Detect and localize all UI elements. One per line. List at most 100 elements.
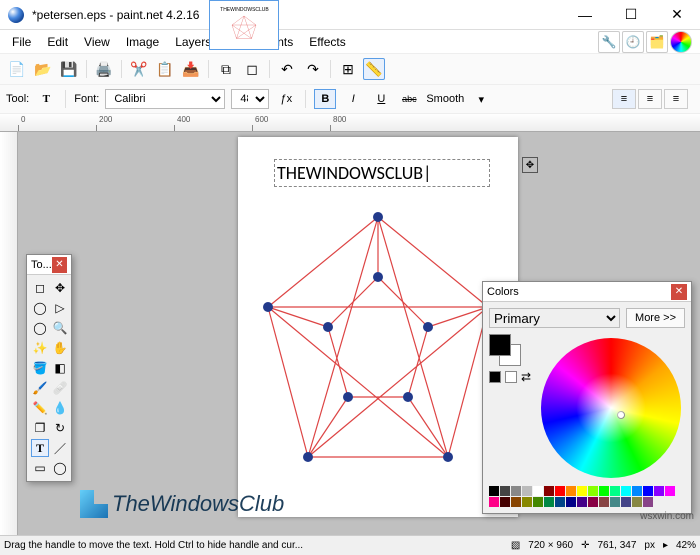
palette-color[interactable]	[654, 486, 664, 496]
status-zoom[interactable]: 42%	[676, 540, 696, 551]
color-swatch-pair[interactable]	[489, 334, 521, 366]
palette-color[interactable]	[511, 497, 521, 507]
color-wheel[interactable]	[541, 338, 681, 478]
text-tool-icon[interactable]: T	[31, 439, 49, 457]
palette-color[interactable]	[599, 486, 609, 496]
rect-shape-tool-icon[interactable]: ▭	[31, 459, 49, 477]
document-thumbnail[interactable]: THEWINDOWSCLUB	[209, 0, 279, 50]
more-colors-button[interactable]: More >>	[626, 308, 685, 328]
palette-color[interactable]	[566, 497, 576, 507]
palette-color[interactable]	[544, 497, 554, 507]
font-size-select[interactable]: 48	[231, 89, 269, 109]
redo-icon[interactable]: ↷	[302, 58, 324, 80]
palette-color[interactable]	[555, 486, 565, 496]
menu-image[interactable]: Image	[118, 33, 167, 51]
colors-panel-close-icon[interactable]: ✕	[671, 284, 687, 300]
minimize-button[interactable]: —	[562, 0, 608, 30]
crop-icon[interactable]: ⧉	[215, 58, 237, 80]
palette-color[interactable]	[643, 486, 653, 496]
menu-effects[interactable]: Effects	[301, 33, 353, 51]
menu-view[interactable]: View	[76, 33, 118, 51]
palette-color[interactable]	[489, 486, 499, 496]
brush-tool-icon[interactable]: 🖌️	[31, 379, 49, 397]
pan-tool-icon[interactable]: ✋	[51, 339, 69, 357]
palette-color[interactable]	[621, 497, 631, 507]
bw-black-icon[interactable]	[489, 371, 501, 383]
align-right-button[interactable]: ≡	[664, 89, 688, 109]
bold-button[interactable]: B	[314, 89, 336, 109]
history-toggle-icon[interactable]: 🕘	[622, 31, 644, 53]
close-button[interactable]: ✕	[654, 0, 700, 30]
color-mode-select[interactable]: Primary	[489, 308, 620, 328]
palette-color[interactable]	[610, 497, 620, 507]
palette-color[interactable]	[544, 486, 554, 496]
colors-toggle-icon[interactable]	[670, 31, 692, 53]
status-unit[interactable]: px	[644, 540, 655, 551]
new-icon[interactable]: 📄	[6, 58, 28, 80]
menu-edit[interactable]: Edit	[39, 33, 76, 51]
line-tool-icon[interactable]: ／	[51, 439, 69, 457]
open-icon[interactable]: 📂	[32, 58, 54, 80]
wand-tool-icon[interactable]: ✨	[31, 339, 49, 357]
palette-color[interactable]	[555, 497, 565, 507]
undo-icon[interactable]: ↶	[276, 58, 298, 80]
palette-color[interactable]	[610, 486, 620, 496]
palette-color[interactable]	[632, 486, 642, 496]
palette-color[interactable]	[632, 497, 642, 507]
palette-color[interactable]	[500, 486, 510, 496]
smooth-dropdown-icon[interactable]: ▾	[470, 89, 492, 109]
underline-button[interactable]: U	[370, 89, 392, 109]
primary-color-swatch[interactable]	[489, 334, 511, 356]
lasso-tool-icon[interactable]: ◯	[31, 299, 49, 317]
maximize-button[interactable]: ☐	[608, 0, 654, 30]
layers-toggle-icon[interactable]: 🗂️	[646, 31, 668, 53]
palette-color[interactable]	[577, 497, 587, 507]
font-family-select[interactable]: Calibri	[105, 89, 225, 109]
tools-panel[interactable]: To...✕ ◻ ✥ ◯ ▷ ◯ 🔍 ✨ ✋ 🪣 ◧ 🖌️ 🩹 ✏️ 💧 ❐ ↻…	[26, 254, 72, 482]
palette-color[interactable]	[500, 497, 510, 507]
clone-tool-icon[interactable]: ❐	[31, 419, 49, 437]
palette-color[interactable]	[511, 486, 521, 496]
palette-color[interactable]	[665, 486, 675, 496]
palette-color[interactable]	[489, 497, 499, 507]
picker-tool-icon[interactable]: 💧	[51, 399, 69, 417]
font-metrics-icon[interactable]: ƒx	[275, 89, 297, 109]
document-canvas[interactable]: THEWINDOWSCLUB ✥	[238, 137, 518, 517]
ruler-icon[interactable]: 📏	[363, 58, 385, 80]
move-tool-icon[interactable]: ✥	[51, 279, 69, 297]
color-palette[interactable]	[489, 486, 685, 507]
swap-colors-icon[interactable]: ⇄	[521, 370, 531, 384]
paste-icon[interactable]: 📥	[180, 58, 202, 80]
shapes-tool-icon[interactable]: ◯	[51, 459, 69, 477]
align-left-button[interactable]: ≡	[612, 89, 636, 109]
move-selection-tool-icon[interactable]: ▷	[51, 299, 69, 317]
palette-color[interactable]	[643, 497, 653, 507]
italic-button[interactable]: I	[342, 89, 364, 109]
palette-color[interactable]	[621, 486, 631, 496]
deselect-icon[interactable]: ◻	[241, 58, 263, 80]
copy-icon[interactable]: 📋	[154, 58, 176, 80]
save-icon[interactable]: 💾	[58, 58, 80, 80]
palette-color[interactable]	[566, 486, 576, 496]
palette-color[interactable]	[588, 486, 598, 496]
rect-select-tool-icon[interactable]: ◻	[31, 279, 49, 297]
bw-white-icon[interactable]	[505, 371, 517, 383]
gradient-tool-icon[interactable]: ◧	[51, 359, 69, 377]
eraser-tool-icon[interactable]: 🩹	[51, 379, 69, 397]
status-zoom-glyph[interactable]: ▸	[663, 540, 668, 551]
menu-file[interactable]: File	[4, 33, 39, 51]
strike-button[interactable]: abc	[398, 89, 420, 109]
text-layer[interactable]: THEWINDOWSCLUB	[274, 159, 490, 187]
palette-color[interactable]	[599, 497, 609, 507]
pencil-tool-icon[interactable]: ✏️	[31, 399, 49, 417]
ellipse-select-tool-icon[interactable]: ◯	[31, 319, 49, 337]
align-center-button[interactable]: ≡	[638, 89, 662, 109]
palette-color[interactable]	[533, 497, 543, 507]
cut-icon[interactable]: ✂️	[128, 58, 150, 80]
colors-panel[interactable]: Colors✕ Primary More >> ⇄	[482, 281, 692, 514]
fill-tool-icon[interactable]: 🪣	[31, 359, 49, 377]
palette-color[interactable]	[577, 486, 587, 496]
text-tool-icon[interactable]: T	[35, 89, 57, 109]
grid-icon[interactable]: ⊞	[337, 58, 359, 80]
tools-toggle-icon[interactable]: 🔧	[598, 31, 620, 53]
